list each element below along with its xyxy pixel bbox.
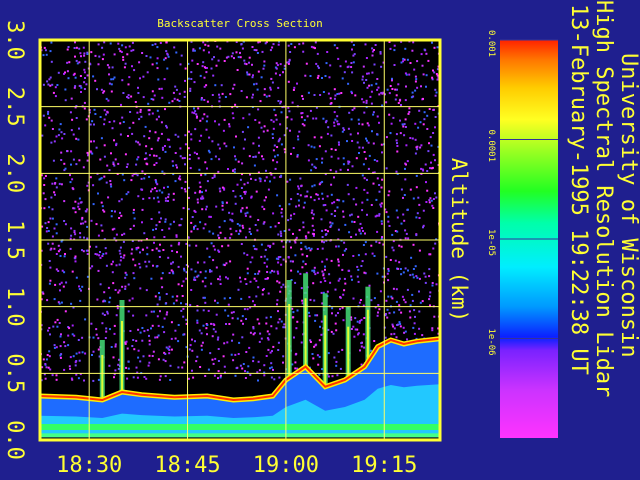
x-tick-label: 18:30 [56, 453, 122, 478]
x-tick-label: 19:00 [253, 453, 319, 478]
y-tick-label: 2.5 [2, 87, 27, 127]
colorbar-tick-label: 1e-06 [486, 329, 496, 356]
plume-core [121, 321, 123, 400]
y-tick-label: 3.0 [2, 20, 27, 60]
lidar-figure: Backscatter Cross Section 0.0 0.5 1.0 1.5 2.… [2, 0, 640, 478]
y-tick-label: 1.5 [2, 220, 27, 260]
colorbar-tick-label: 1e-05 [486, 229, 496, 256]
x-tick-labels: 18:30 18:45 19:00 19:15 [56, 453, 417, 478]
y-tick-label: 2.0 [2, 153, 27, 193]
side-title-line3: 13-February-1995 19:22:38 UT [566, 4, 591, 375]
surface-band-upper [40, 424, 440, 430]
y-tick-labels: 0.0 0.5 1.0 1.5 2.0 2.5 3.0 [2, 20, 27, 460]
plume-core [101, 355, 104, 400]
y-tick-label: 0.0 [2, 420, 27, 460]
x-tick-label: 19:15 [351, 453, 417, 478]
y-tick-label: 1.0 [2, 287, 27, 327]
y-axis-label: Altitude (km) [447, 158, 471, 322]
surface-band-lower [40, 433, 440, 438]
x-tick-label: 18:45 [154, 453, 220, 478]
plot-area [40, 40, 440, 440]
side-title-line1: University of Wisconsin [616, 53, 640, 358]
y-tick-label: 0.5 [2, 353, 27, 393]
side-title-line2: High Spectral Resolution Lidar [591, 0, 616, 397]
colorbar-tick-label: 0.0001 [486, 130, 496, 163]
chart-title: Backscatter Cross Section [157, 17, 323, 30]
colorbar-tick-label: 0.001 [486, 30, 496, 57]
